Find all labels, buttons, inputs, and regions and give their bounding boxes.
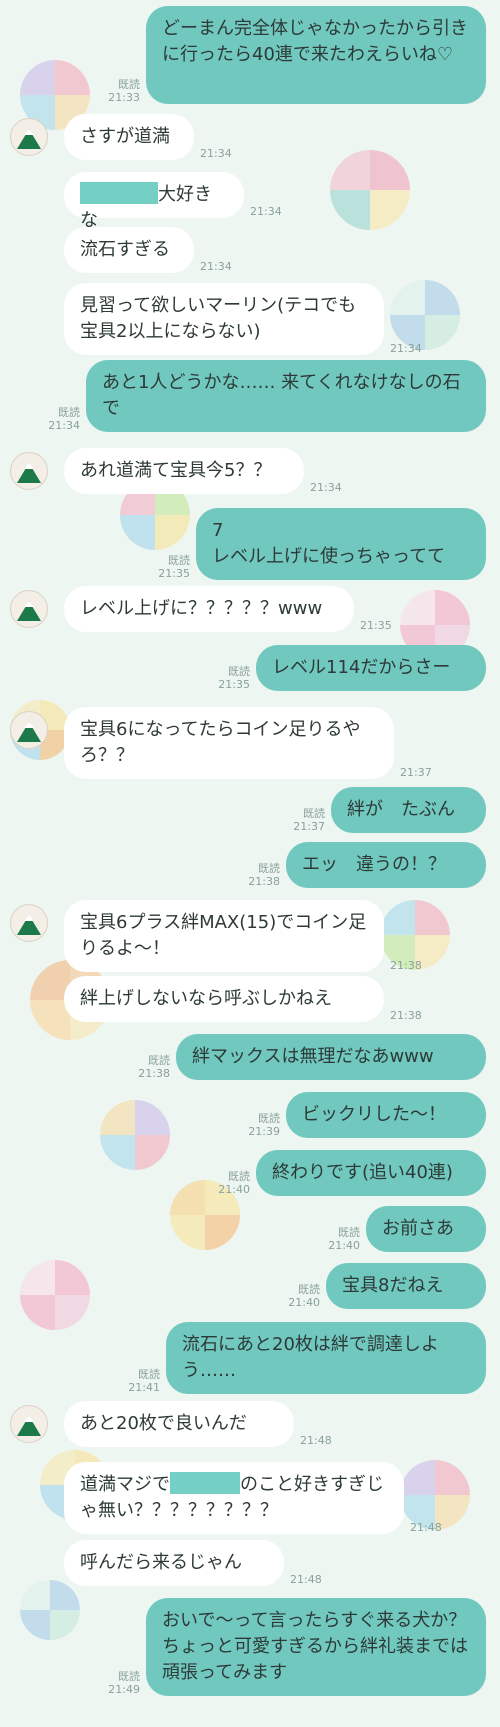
message-timestamp: 既読 21:40 — [218, 1170, 250, 1196]
message-timestamp: 21:48 — [410, 1521, 442, 1534]
outgoing-message-bubble[interactable]: あと1人どうかな…… 来てくれなけなしの石で — [86, 360, 486, 432]
mountain-avatar-icon[interactable] — [10, 590, 48, 628]
message-timestamp: 既読 21:37 — [293, 807, 325, 833]
message-timestamp: 既読 21:38 — [248, 862, 280, 888]
outgoing-message-bubble[interactable]: 宝具8だねえ — [326, 1263, 486, 1309]
message-timestamp: 21:35 — [360, 619, 392, 632]
message-timestamp: 21:34 — [200, 147, 232, 160]
message-timestamp: 21:38 — [390, 1009, 422, 1022]
outgoing-message-bubble[interactable]: ビックリした〜！ — [286, 1092, 486, 1138]
incoming-message-bubble[interactable]: 流石すぎる — [64, 227, 194, 273]
message-timestamp: 既読 21:33 — [108, 78, 140, 104]
outgoing-message-bubble[interactable]: 絆が たぶん — [331, 787, 486, 833]
outgoing-message-bubble[interactable]: お前さあ — [366, 1206, 486, 1252]
redaction-block — [80, 182, 158, 204]
outgoing-message-bubble[interactable]: おいで〜って言ったらすぐ来る犬か？ ちょっと可愛すぎるから絆礼装までは頑張ってみ… — [146, 1598, 486, 1696]
outgoing-message-bubble[interactable]: 7 レベル上げに使っちゃってて — [196, 508, 486, 580]
incoming-message-bubble[interactable]: 絆上げしないなら呼ぶしかねえ — [64, 976, 384, 1022]
message-timestamp: 既読 21:41 — [128, 1368, 160, 1394]
message-timestamp: 既読 21:35 — [218, 665, 250, 691]
message-timestamp: 21:37 — [400, 766, 432, 779]
message-timestamp: 既読 21:40 — [288, 1283, 320, 1309]
incoming-message-bubble[interactable]: 道満マジで のこと好きすぎじゃ無い？？？？？？？？ — [64, 1462, 404, 1534]
redaction-block — [170, 1472, 240, 1494]
message-timestamp: 21:48 — [290, 1573, 322, 1586]
incoming-message-bubble[interactable]: 見習って欲しいマーリン(テコでも宝具2以上にならない) — [64, 283, 384, 355]
message-timestamp: 21:34 — [310, 481, 342, 494]
message-timestamp: 既読 21:34 — [48, 406, 80, 432]
message-timestamp: 既読 21:49 — [108, 1670, 140, 1696]
outgoing-message-bubble[interactable]: 流石にあと20枚は絆で調達しよう…… — [166, 1322, 486, 1394]
mountain-avatar-icon[interactable] — [10, 904, 48, 942]
outgoing-message-bubble[interactable]: 絆マックスは無理だなあwww — [176, 1034, 486, 1080]
incoming-message-bubble[interactable]: あと20枚で良いんだ — [64, 1401, 294, 1447]
mountain-avatar-icon[interactable] — [10, 1405, 48, 1443]
message-timestamp: 既読 21:35 — [158, 554, 190, 580]
message-timestamp: 21:34 — [200, 260, 232, 273]
incoming-message-bubble[interactable]: 大好きな — [64, 172, 244, 231]
incoming-message-bubble[interactable]: あれ道満て宝具今5？？ — [64, 448, 304, 494]
outgoing-message-bubble[interactable]: どーまん完全体じゃなかったから引きに行ったら40連で来たわえらいね♡ — [146, 6, 486, 104]
chat-log: どーまん完全体じゃなかったから引きに行ったら40連で来たわえらいね♡ 既読 21:… — [0, 0, 500, 1727]
incoming-message-bubble[interactable]: さすが道満 — [64, 114, 194, 160]
mountain-avatar-icon[interactable] — [10, 118, 48, 156]
mountain-avatar-icon[interactable] — [10, 711, 48, 749]
outgoing-message-bubble[interactable]: レベル114だからさー — [256, 645, 486, 691]
message-timestamp: 21:48 — [300, 1434, 332, 1447]
message-timestamp: 既読 21:38 — [138, 1054, 170, 1080]
message-timestamp: 21:34 — [390, 342, 422, 355]
message-timestamp: 既読 21:40 — [328, 1226, 360, 1252]
incoming-message-bubble[interactable]: 宝具6プラス絆MAX(15)でコイン足りるよ〜！ — [64, 900, 384, 972]
incoming-message-bubble[interactable]: 宝具6になってたらコイン足りるやろ？？ — [64, 707, 394, 779]
incoming-message-bubble[interactable]: 呼んだら来るじゃん — [64, 1540, 284, 1586]
outgoing-message-bubble[interactable]: エッ 違うの！？ — [286, 842, 486, 888]
message-timestamp: 21:34 — [250, 205, 282, 218]
message-timestamp: 既読 21:39 — [248, 1112, 280, 1138]
incoming-message-bubble[interactable]: レベル上げに？？？？？www — [64, 586, 354, 632]
outgoing-message-bubble[interactable]: 終わりです(追い40連) — [256, 1150, 486, 1196]
mountain-avatar-icon[interactable] — [10, 452, 48, 490]
message-timestamp: 21:38 — [390, 959, 422, 972]
